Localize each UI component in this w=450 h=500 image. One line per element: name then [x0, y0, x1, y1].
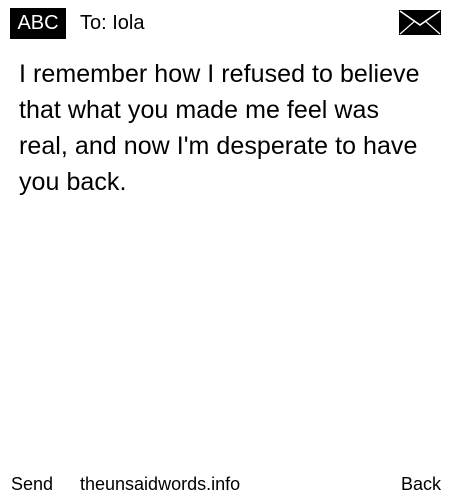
back-button[interactable]: Back — [401, 471, 441, 497]
site-link[interactable]: theunsaidwords.info — [80, 471, 240, 497]
envelope-icon — [399, 10, 441, 35]
message-header: ABC To: Iola — [0, 0, 450, 44]
message-text[interactable]: I remember how I refused to believe that… — [19, 56, 429, 200]
input-mode-badge[interactable]: ABC — [10, 8, 66, 39]
send-button[interactable]: Send — [11, 471, 53, 497]
recipient-label: To: Iola — [80, 12, 145, 34]
softkey-bar: Send theunsaidwords.info Back — [0, 471, 450, 499]
